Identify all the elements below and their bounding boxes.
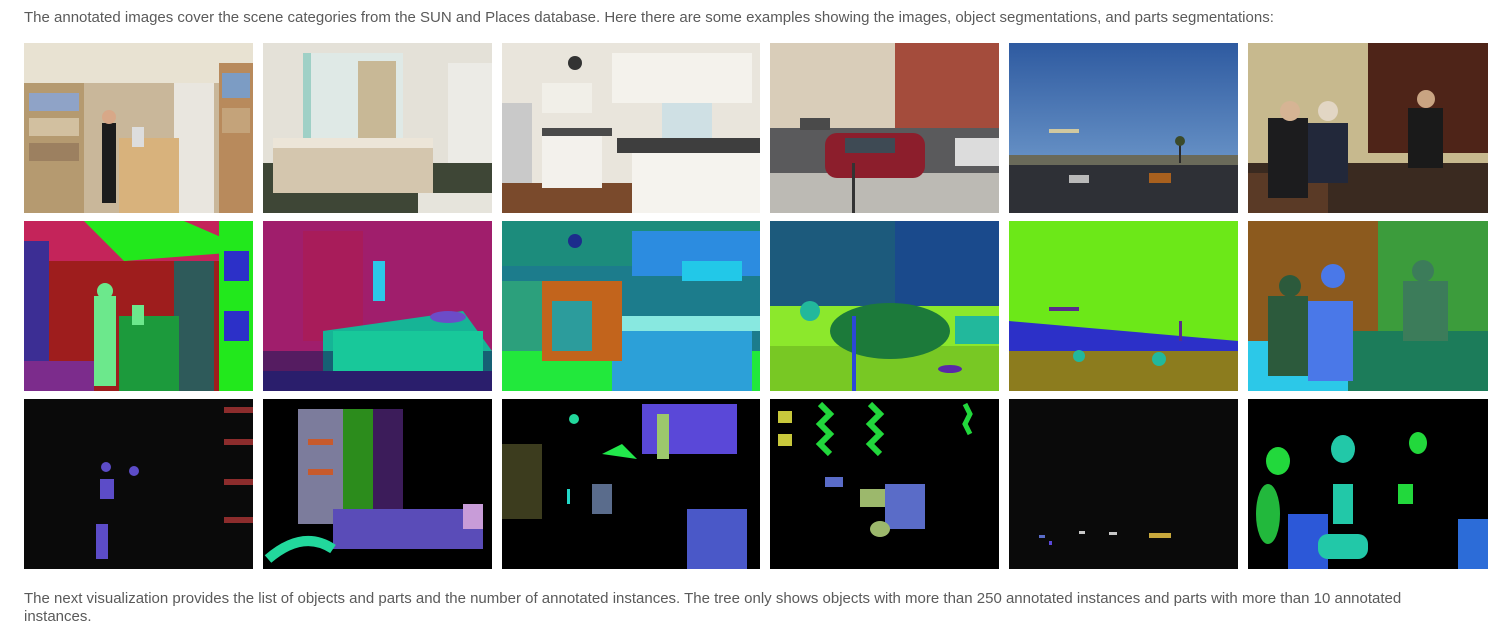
kitchen-object-seg xyxy=(502,221,760,391)
street-photo xyxy=(770,43,999,213)
example-image-grid xyxy=(24,43,1488,569)
bedroom-photo xyxy=(263,43,492,213)
bar-object-seg xyxy=(1248,221,1488,391)
bookstore-object-seg xyxy=(24,221,253,391)
bar-photo xyxy=(1248,43,1488,213)
intro-text: The annotated images cover the scene cat… xyxy=(24,9,1274,26)
highway-parts-seg xyxy=(1009,399,1238,569)
bedroom-object-seg xyxy=(263,221,492,391)
kitchen-parts-seg xyxy=(502,399,760,569)
street-object-seg xyxy=(770,221,999,391)
bedroom-parts-seg xyxy=(263,399,492,569)
highway-photo xyxy=(1009,43,1238,213)
street-parts-seg xyxy=(770,399,999,569)
bar-parts-seg xyxy=(1248,399,1488,569)
bookstore-photo xyxy=(24,43,253,213)
kitchen-photo xyxy=(502,43,760,213)
highway-object-seg xyxy=(1009,221,1238,391)
bookstore-parts-seg xyxy=(24,399,253,569)
outro-text: The next visualization provides the list… xyxy=(24,590,1402,625)
